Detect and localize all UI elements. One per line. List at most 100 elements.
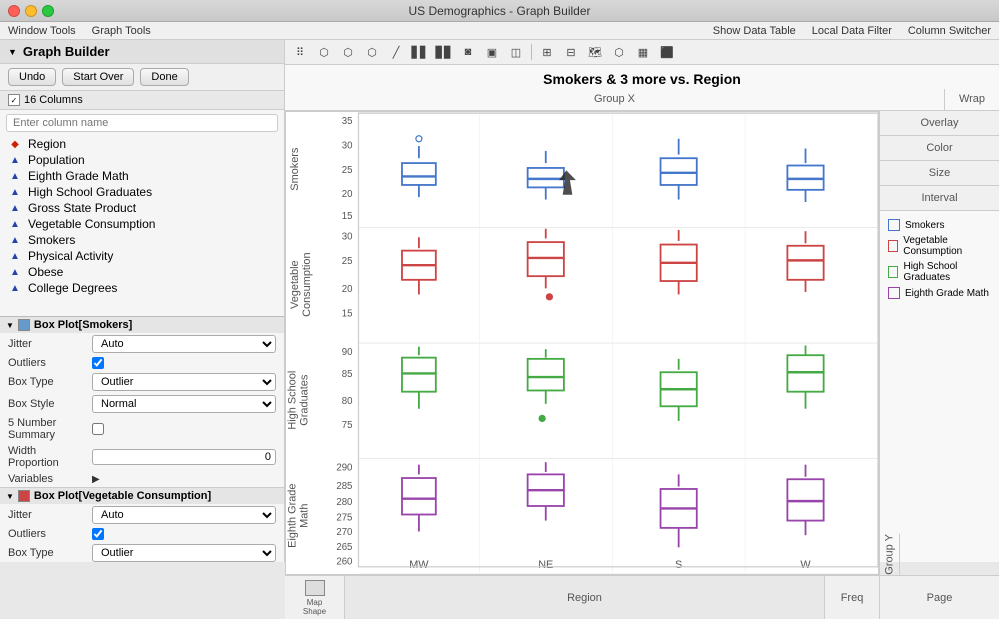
column-item-college[interactable]: ▲ College Degrees (0, 280, 284, 296)
window-title: US Demographics - Graph Builder (408, 4, 590, 18)
outliers-label: Outliers (8, 357, 88, 369)
legend-area: Smokers Vegetable Consumption High Schoo… (880, 211, 999, 534)
columns-checkbox[interactable]: ✓ (8, 94, 20, 106)
columns-count: 16 Columns (24, 94, 83, 106)
jitter-label: Jitter (8, 338, 88, 350)
close-button[interactable] (8, 5, 20, 17)
menu-window-tools[interactable]: Window Tools (8, 25, 76, 37)
toolbar-icon15[interactable]: ▦ (632, 42, 654, 62)
five-num-checkbox[interactable] (92, 423, 104, 435)
main-layout: ▼ Graph Builder Undo Start Over Done ✓ 1… (0, 40, 999, 562)
column-item-population[interactable]: ▲ Population (0, 152, 284, 168)
prop-row-box-type2: Box Type Outlier (0, 542, 284, 562)
prop-section-smokers-header[interactable]: ▼ Box Plot[Smokers] (0, 317, 284, 333)
prop-section-vegetable-header[interactable]: ▼ Box Plot[Vegetable Consumption] (0, 488, 284, 504)
done-button[interactable]: Done (140, 68, 188, 86)
toolbar-icon14[interactable]: ⬡ (608, 42, 630, 62)
toolbar-icon16[interactable]: ⬛ (656, 42, 678, 62)
column-item-smokers[interactable]: ▲ Smokers (0, 232, 284, 248)
column-name-population: Population (28, 153, 85, 167)
jitter-select[interactable]: Auto (92, 335, 276, 353)
toolbar-icon10[interactable]: ◫ (505, 42, 527, 62)
freq-button[interactable]: Freq (824, 576, 879, 619)
legend-label-vegetable: Vegetable Consumption (903, 235, 991, 257)
svg-text:285: 285 (336, 481, 352, 492)
chart-top-row: Group X Wrap (285, 89, 999, 111)
svg-text:25: 25 (342, 165, 353, 176)
toolbar-bar-icon[interactable]: ▋▋ (409, 42, 431, 62)
chart-plot-area[interactable]: 35 30 25 20 15 Smokers (285, 111, 879, 575)
interval-button[interactable]: Interval (880, 186, 999, 211)
collapse-icon[interactable]: ▼ (8, 47, 17, 57)
column-list: ◆ Region ▲ Population ▲ Eighth Grade Mat… (0, 136, 284, 316)
svg-text:35: 35 (342, 116, 353, 127)
maximize-button[interactable] (42, 5, 54, 17)
chart-container: Group X Wrap (285, 89, 999, 619)
toolbar-icon12[interactable]: ⊟ (560, 42, 582, 62)
minimize-button[interactable] (25, 5, 37, 17)
svg-text:280: 280 (336, 497, 353, 508)
box-type2-label: Box Type (8, 547, 88, 559)
column-search-input[interactable] (6, 114, 278, 132)
page-button[interactable]: Page (879, 576, 999, 619)
svg-text:30: 30 (342, 232, 353, 243)
prop-row-outliers2: Outliers (0, 526, 284, 542)
toolbar-icon8[interactable]: ◙ (457, 42, 479, 62)
svg-text:265: 265 (336, 542, 352, 553)
column-name-obese: Obese (28, 265, 63, 279)
column-item-obese[interactable]: ▲ Obese (0, 264, 284, 280)
column-item-region[interactable]: ◆ Region (0, 136, 284, 152)
menu-local-data-filter[interactable]: Local Data Filter (812, 25, 892, 37)
toolbar-icon7[interactable]: ▊▊ (433, 42, 455, 62)
menu-graph-tools[interactable]: Graph Tools (92, 25, 151, 37)
toolbar-icon13[interactable]: 🗺 (584, 42, 606, 62)
start-over-button[interactable]: Start Over (62, 68, 134, 86)
overlay-button[interactable]: Overlay (880, 111, 999, 136)
prop-row-box-style: Box Style Normal (0, 393, 284, 415)
box-type-select[interactable]: Outlier (92, 373, 276, 391)
region-label: Region (345, 576, 824, 619)
width-input[interactable] (92, 449, 276, 465)
menu-show-data-table[interactable]: Show Data Table (713, 25, 796, 37)
right-panel: ⠿ ⬡ ⬡ ⬡ ╱ ▋▋ ▊▊ ◙ ▣ ◫ ⊞ ⊟ 🗺 ⬡ ▦ ⬛ Smoker… (285, 40, 999, 562)
outliers2-checkbox[interactable] (92, 528, 104, 540)
undo-button[interactable]: Undo (8, 68, 56, 86)
outliers-checkbox[interactable] (92, 357, 104, 369)
jitter2-label: Jitter (8, 509, 88, 521)
column-item-physical[interactable]: ▲ Physical Activity (0, 248, 284, 264)
box-style-select[interactable]: Normal (92, 395, 276, 413)
chart-bottom: MapShape Region Freq Page (285, 575, 999, 619)
legend-item-smokers: Smokers (888, 219, 991, 231)
column-item-hs-graduates[interactable]: ▲ High School Graduates (0, 184, 284, 200)
map-shape-button[interactable]: MapShape (285, 576, 345, 619)
variables-arrow[interactable]: ▶ (92, 474, 100, 485)
column-name-region: Region (28, 137, 66, 151)
jitter2-select[interactable]: Auto (92, 506, 276, 524)
toolbar-scatter-icon[interactable]: ⠿ (289, 42, 311, 62)
chart-svg: 35 30 25 20 15 Smokers (286, 112, 878, 574)
svg-text:Consumption: Consumption (301, 252, 313, 316)
column-item-vegetable[interactable]: ▲ Vegetable Consumption (0, 216, 284, 232)
box-plot-icon2 (18, 490, 30, 502)
svg-text:15: 15 (342, 308, 353, 319)
box-type2-select[interactable]: Outlier (92, 544, 276, 562)
toolbar-icon11[interactable]: ⊞ (536, 42, 558, 62)
graph-builder-title: Graph Builder (23, 44, 110, 59)
size-button[interactable]: Size (880, 161, 999, 186)
width-label: Width Proportion (8, 445, 88, 469)
svg-text:75: 75 (342, 420, 353, 431)
toolbar-icon2[interactable]: ⬡ (313, 42, 335, 62)
column-item-gross-state[interactable]: ▲ Gross State Product (0, 200, 284, 216)
toolbar-icon4[interactable]: ⬡ (361, 42, 383, 62)
column-item-eighth-grade[interactable]: ▲ Eighth Grade Math (0, 168, 284, 184)
prop-section-smokers: ▼ Box Plot[Smokers] Jitter Auto Outliers… (0, 317, 284, 488)
toolbar-line-icon[interactable]: ╱ (385, 42, 407, 62)
menu-column-switcher[interactable]: Column Switcher (908, 25, 991, 37)
toolbar-icon9[interactable]: ▣ (481, 42, 503, 62)
toolbar-icon3[interactable]: ⬡ (337, 42, 359, 62)
box-style-label: Box Style (8, 398, 88, 410)
window-controls[interactable] (8, 5, 54, 17)
graph-builder-header: ▼ Graph Builder (0, 40, 284, 64)
map-shape-icon (305, 580, 325, 596)
color-button[interactable]: Color (880, 136, 999, 161)
